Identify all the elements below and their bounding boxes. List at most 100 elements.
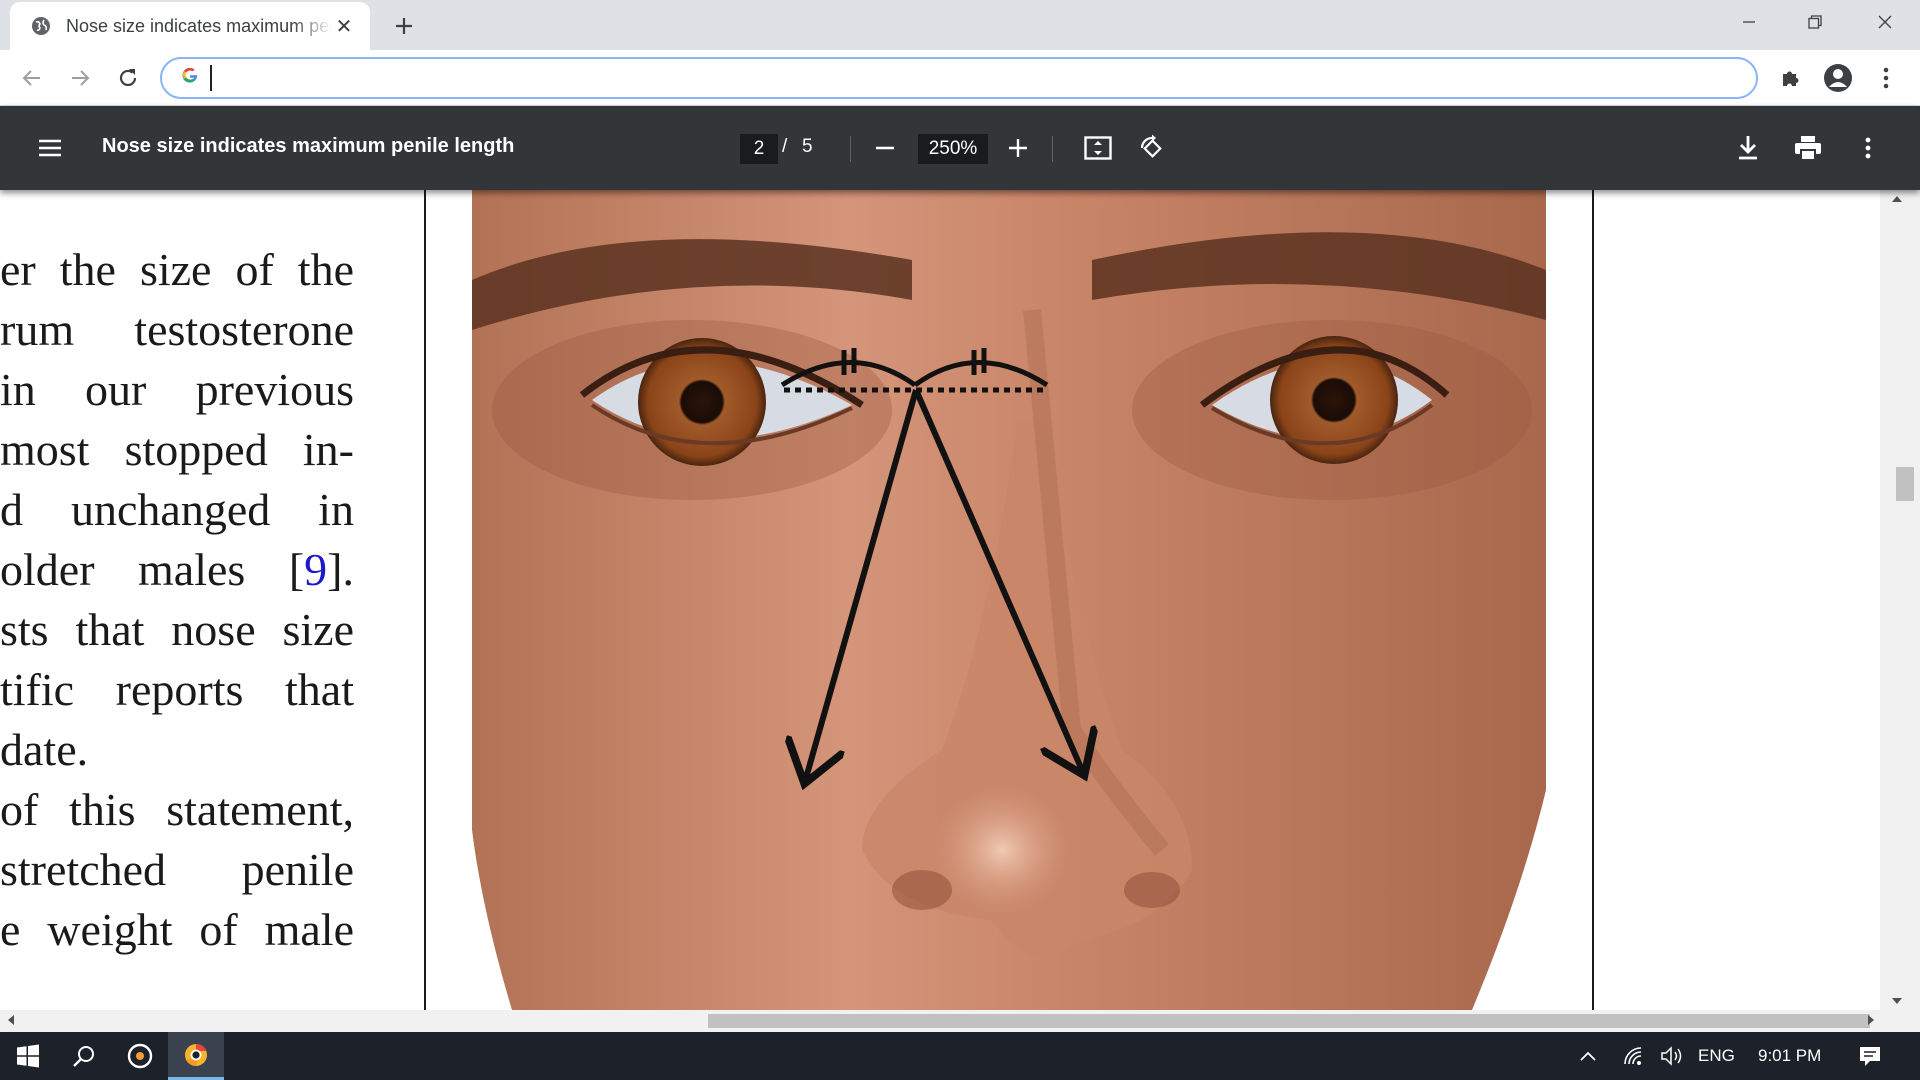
- account-avatar-icon: [1824, 64, 1852, 92]
- taskbar-app-browser[interactable]: [168, 1032, 224, 1080]
- windows-logo-icon: [17, 1044, 39, 1068]
- scroll-down-arrow-icon[interactable]: [1890, 996, 1904, 1006]
- extensions-button[interactable]: [1772, 60, 1808, 96]
- browser-toolbar: [0, 50, 1920, 106]
- address-bar[interactable]: [160, 57, 1758, 99]
- minimize-icon: [1743, 21, 1755, 23]
- start-button[interactable]: [0, 1032, 56, 1080]
- horizontal-scroll-thumb[interactable]: [708, 1014, 1870, 1028]
- show-hidden-icons-button[interactable]: [1570, 1032, 1606, 1080]
- fit-page-icon: [1084, 136, 1112, 160]
- volume-button[interactable]: [1654, 1032, 1690, 1080]
- taskbar-app-media[interactable]: [112, 1032, 168, 1080]
- restore-icon: [1808, 15, 1822, 29]
- address-input[interactable]: [222, 61, 1756, 95]
- chrome-menu-button[interactable]: [1868, 60, 1904, 96]
- arrow-right-icon: [72, 70, 90, 86]
- text-line: in our previous: [0, 364, 354, 415]
- back-button[interactable]: [14, 60, 50, 96]
- vertical-scrollbar[interactable]: [1880, 190, 1920, 1010]
- vertical-scroll-thumb[interactable]: [1896, 467, 1914, 501]
- text-line: sts that nose size: [0, 604, 354, 655]
- text-line: of this statement,: [0, 784, 354, 835]
- download-icon: [1739, 136, 1757, 160]
- puzzle-icon: [1783, 71, 1799, 86]
- more-vertical-icon: [1865, 137, 1871, 159]
- article-body-text: er the size of the rum testosterone in ou…: [0, 240, 354, 960]
- more-vertical-icon: [1883, 67, 1889, 89]
- forward-button[interactable]: [62, 60, 98, 96]
- page-separator: /: [782, 136, 788, 157]
- text-line: tific reports that: [0, 664, 354, 715]
- restore-button[interactable]: [1782, 0, 1848, 44]
- network-button[interactable]: [1616, 1032, 1652, 1080]
- column-rule: [1592, 190, 1594, 1010]
- input-language-indicator[interactable]: ENG: [1698, 1046, 1735, 1066]
- taskbar-clock[interactable]: 9:01 PM: [1758, 1046, 1821, 1066]
- pdf-sidebar-button[interactable]: [32, 130, 68, 166]
- browser-logo-icon: [185, 1043, 207, 1066]
- plus-icon: [1009, 139, 1027, 157]
- text-line: older males [9].: [0, 540, 354, 600]
- page-number-input[interactable]: 2: [740, 134, 778, 164]
- scroll-right-arrow-icon[interactable]: [1866, 1013, 1876, 1027]
- tab-close-button[interactable]: ✕: [332, 14, 356, 38]
- scroll-up-arrow-icon[interactable]: [1890, 194, 1904, 204]
- rotate-button[interactable]: [1134, 130, 1170, 166]
- zoom-in-button[interactable]: [1000, 130, 1036, 166]
- pdf-document-view[interactable]: er the size of the rum testosterone in ou…: [0, 190, 1880, 1010]
- horizontal-scrollbar[interactable]: [0, 1010, 1880, 1032]
- fit-to-page-button[interactable]: [1080, 130, 1116, 166]
- plus-icon: [396, 18, 412, 34]
- pdf-page-left: er the size of the rum testosterone in ou…: [0, 190, 424, 1010]
- text-line: e weight of male: [0, 904, 354, 955]
- search-button[interactable]: [56, 1032, 112, 1080]
- profile-button[interactable]: [1820, 60, 1856, 96]
- toolbar-divider: [850, 136, 851, 162]
- disc-icon: [127, 1043, 153, 1069]
- page-total: 5: [802, 136, 813, 157]
- text-segment: ].: [327, 544, 354, 595]
- text-segment: older males [: [0, 544, 305, 595]
- citation-link[interactable]: 9: [304, 544, 327, 595]
- notification-icon: [1860, 1047, 1880, 1066]
- close-window-button[interactable]: [1852, 0, 1918, 44]
- rotate-icon: [1140, 134, 1162, 158]
- zoom-level-input[interactable]: 250%: [918, 134, 988, 164]
- minimize-button[interactable]: [1716, 0, 1782, 44]
- action-center-button[interactable]: [1842, 1032, 1898, 1080]
- globe-icon: [30, 15, 52, 37]
- google-g-icon: [180, 65, 202, 91]
- text-line: most stopped in-: [0, 424, 354, 475]
- scroll-left-arrow-icon[interactable]: [6, 1013, 16, 1027]
- chevron-up-icon: [1580, 1051, 1596, 1061]
- text-line: er the size of the: [0, 244, 354, 295]
- new-tab-button[interactable]: [388, 10, 420, 42]
- scrollbar-corner: [1880, 1010, 1920, 1032]
- face-nose-measurement-illustration: [472, 190, 1546, 1010]
- printer-icon: [1795, 136, 1821, 161]
- tab-strip: Nose size indicates maximum penile lengt…: [0, 0, 1920, 50]
- reload-icon: [119, 69, 137, 87]
- pdf-title: Nose size indicates maximum penile lengt…: [102, 135, 515, 157]
- text-line: rum testosterone: [0, 304, 354, 355]
- download-button[interactable]: [1730, 130, 1766, 166]
- tab-title: Nose size indicates maximum penile lengt…: [66, 15, 332, 36]
- text-cursor: [210, 65, 212, 91]
- text-line: d unchanged in: [0, 484, 354, 535]
- arrow-left-icon: [22, 70, 40, 86]
- speaker-icon: [1661, 1046, 1682, 1066]
- text-line: date.: [0, 724, 89, 775]
- hamburger-menu-icon: [39, 139, 61, 157]
- zoom-out-button[interactable]: [867, 130, 903, 166]
- search-icon: [73, 1046, 94, 1067]
- toolbar-divider: [1052, 136, 1053, 162]
- print-button[interactable]: [1790, 130, 1826, 166]
- windows-taskbar: ENG 9:01 PM: [0, 1032, 1920, 1080]
- text-line: stretched penile: [0, 844, 354, 895]
- reload-button[interactable]: [110, 60, 146, 96]
- wifi-icon: [1624, 1047, 1642, 1065]
- pdf-toolbar: Nose size indicates maximum penile lengt…: [0, 106, 1920, 190]
- browser-tab[interactable]: Nose size indicates maximum penile lengt…: [10, 2, 370, 50]
- pdf-more-button[interactable]: [1850, 130, 1886, 166]
